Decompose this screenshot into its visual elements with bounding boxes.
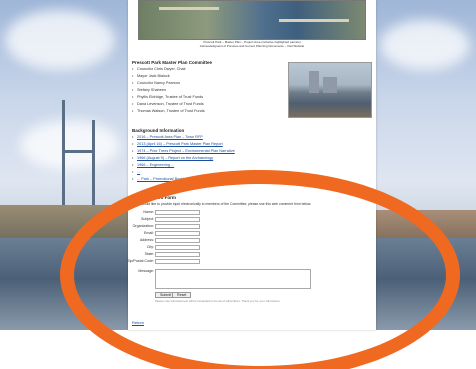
committee-heading: Prescott Park Master Plan Committee <box>132 60 213 65</box>
background-link[interactable]: ... <box>132 170 140 174</box>
committee-member: Councilor Chris Dwyer, Chair <box>132 67 186 71</box>
committee-member: Mayor Jack Blalock <box>132 74 170 78</box>
committee-member: Phyllis Eldridge, Trustee of Trust Funds <box>132 95 203 99</box>
background-link[interactable]: 1966 – Engineering ... <box>132 163 174 167</box>
committee-member: Stefany Shaheen <box>132 88 166 92</box>
waterfront-photo <box>288 62 372 118</box>
background-link[interactable]: 1966 (August 9) – Report on the Archaeol… <box>132 156 213 160</box>
master-plan-map <box>138 0 366 40</box>
committee-member: Councilor Nancy Pearson <box>132 81 180 85</box>
background-link[interactable]: 2013 (April 16) – Prescott Park Master P… <box>132 142 223 146</box>
background-heading: Background Information <box>132 128 185 133</box>
annotation-ellipse <box>60 170 460 369</box>
map-caption-line: Acknowledgment of Previous and Current P… <box>199 43 305 48</box>
committee-member: Thomas Watson, Trustee of Trust Funds <box>132 109 205 113</box>
background-link[interactable]: 2016 – Prescott Area Plan – Town RFP <box>132 135 203 139</box>
committee-member: Dana Levenson, Trustee of Trust Funds <box>132 102 204 106</box>
background-link[interactable]: 1974 – Prior Trees Project – Environment… <box>132 149 235 153</box>
map-caption: Prescott Park – Master Plan – Project Ar… <box>138 40 366 48</box>
